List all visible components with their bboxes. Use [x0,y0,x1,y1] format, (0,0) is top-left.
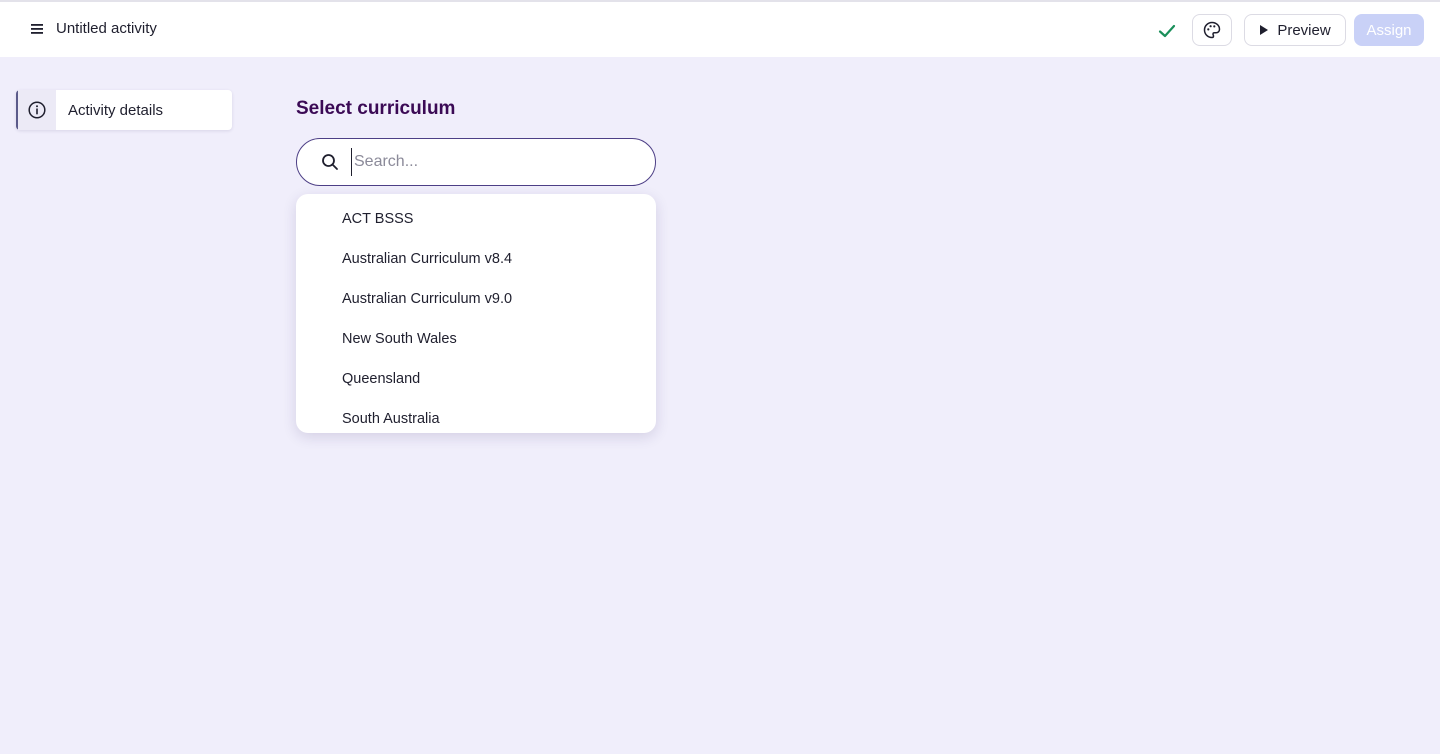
search-input[interactable] [351,148,631,176]
search-icon [322,154,338,170]
assign-button[interactable]: Assign [1354,14,1424,46]
top-bar: Untitled activity Preview Assign [0,0,1440,57]
sidebar-item-activity-details[interactable]: Activity details [16,90,232,130]
dropdown-option-queensland[interactable]: Queensland [296,359,656,399]
palette-icon [1203,21,1221,39]
curriculum-search[interactable] [296,138,656,186]
preview-label: Preview [1277,21,1331,39]
section-title: Select curriculum [296,98,456,119]
dropdown-option-australian-curriculum-v9-0[interactable]: Australian Curriculum v9.0 [296,279,656,319]
preview-button[interactable]: Preview [1244,14,1346,46]
info-icon [28,101,46,119]
theme-button[interactable] [1192,14,1232,46]
checkmark-icon [1158,24,1176,38]
dropdown-option-australian-curriculum-v8-4[interactable]: Australian Curriculum v8.4 [296,239,656,279]
dropdown-option-new-south-wales[interactable]: New South Wales [296,319,656,359]
hamburger-menu-icon[interactable] [24,16,50,42]
curriculum-dropdown: ACT BSSS Australian Curriculum v8.4 Aust… [296,194,656,433]
sidebar-item-label: Activity details [68,101,164,119]
dropdown-option-south-australia[interactable]: South Australia [296,399,656,433]
page-title: Untitled activity [56,20,157,37]
play-icon [1260,25,1269,35]
dropdown-option-act-bsss[interactable]: ACT BSSS [296,199,656,239]
